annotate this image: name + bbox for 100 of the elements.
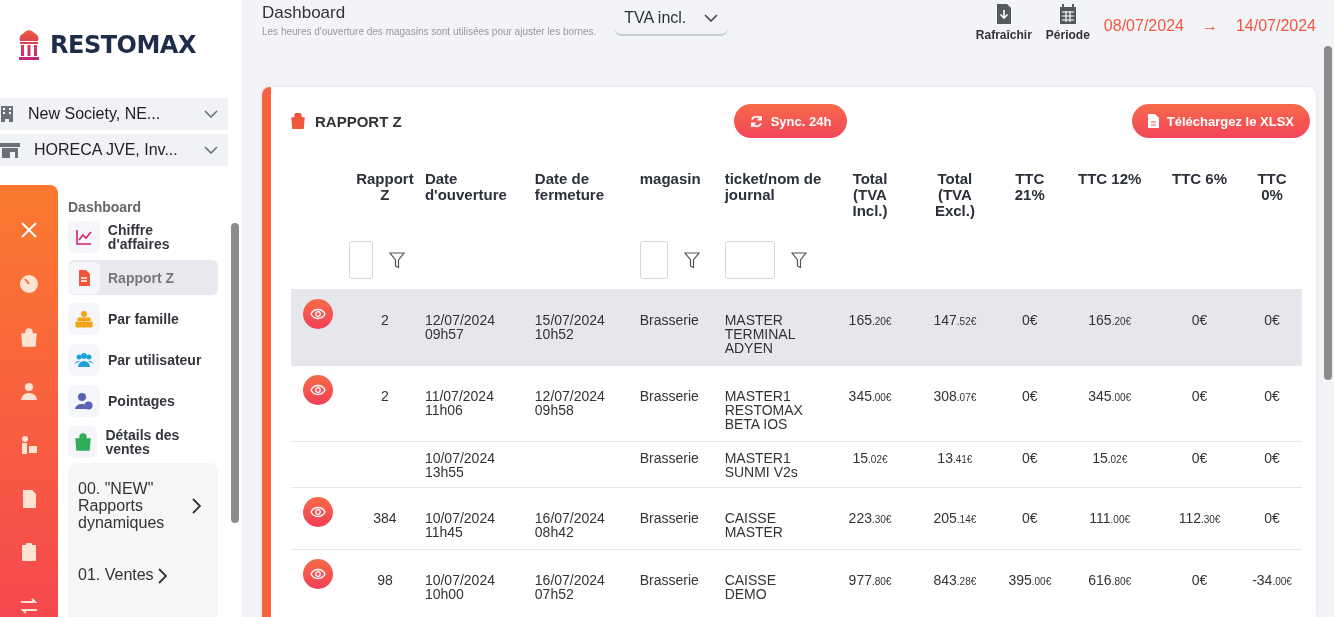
scrollbar[interactable] [231,223,239,523]
table-cell: 843.28€ [933,572,977,588]
view-button[interactable] [303,375,333,405]
table-cell: Brasserie [639,313,699,327]
table-cell-text: 12/07/2024 09h57 [424,313,496,341]
table-cell: 0€ [1022,312,1038,328]
column-header: Total (TVA Incl.) [851,171,889,219]
calendar-icon [1058,4,1077,24]
menu-item[interactable]: Par utilisateur [68,342,218,377]
arrow-text: → [1201,16,1218,35]
table-cell: 2 [381,389,389,403]
table-cell-text: 10/07/2024 13h55 [424,451,496,479]
table-cell: 0€ [1264,388,1280,404]
menu-heading: Dashboard [68,199,143,215]
clock-user-icon [68,384,100,417]
store-selector[interactable]: HORECA JVE, Inv... [0,134,228,166]
vat-dropdown[interactable]: TVA incl. [614,0,729,36]
table-cell: 0€ [1264,312,1280,328]
table-cell: Brasserie [639,389,699,403]
table-cell-text: CAISSE MASTER [724,511,784,539]
table-row[interactable]: 98 10/07/2024 10h00 16/07/2024 07h52 Brasserie CAISSE DEMO 977.80€ 843.28€ 395.00€ 616.80€ 0€ -34.00€ [291,549,1302,611]
menu-item[interactable]: Par famille [68,301,218,336]
filter-icon[interactable] [790,251,807,269]
table-cell: 0€ [1264,510,1280,526]
table-cell-text: 16/07/2024 08h42 [534,511,606,539]
download-file-icon [994,4,1013,24]
table-row[interactable]: 384 10/07/2024 11h45 16/07/2024 08h42 Brasserie CAISSE MASTER 223.30€ 205.14€ 0€ 111.00€ 112.30€ 0€ [291,487,1302,550]
filter-input[interactable] [639,241,668,279]
chevron-down-icon [204,110,218,118]
chart-icon [68,220,100,253]
table-cell-text: 11/07/2024 11h06 [424,389,495,417]
table-cell-text: CAISSE DEMO [724,573,777,601]
table-cell: 0€ [1022,388,1038,404]
column-header: TTC 21% [1013,171,1046,203]
table-cell-text: 10/07/2024 11h45 [424,511,496,539]
storefront-icon [0,142,20,158]
menu-item[interactable]: Pointages [68,383,218,418]
logo-icon [16,30,42,60]
store-selector[interactable]: New Society, NE... [0,98,228,130]
table-cell: 0€ [1191,572,1208,588]
table-cell: 147.52€ [933,312,977,328]
file-icon [1147,114,1159,128]
view-button[interactable] [303,559,333,589]
brand-name: RESTOMAX [50,31,196,59]
eye-icon [310,506,326,518]
page-title: Dashboard [262,3,347,23]
menu-group[interactable]: 00. "NEW" Rapports dynamiques [78,481,201,532]
menu-item[interactable]: Rapport Z [68,260,218,295]
building-icon [0,106,14,122]
table-cell: 111.00€ [1089,510,1131,526]
view-button[interactable] [303,497,333,527]
table-cell: 616.80€ [1088,572,1132,588]
table-cell: 15.02€ [852,450,888,466]
table-cell: 165.20€ [1088,312,1132,328]
table-cell: 395.00€ [1008,572,1052,588]
eye-icon [310,384,326,396]
menu-item[interactable]: Détails des ventes [68,424,218,459]
table-cell: Brasserie [639,511,699,525]
eye-icon [310,568,326,580]
table-cell: -34.00€ [1252,572,1292,588]
filter-input[interactable] [724,241,775,279]
table-cell: 223.30€ [848,510,892,526]
chevron-right-icon [157,567,167,584]
filter-icon[interactable] [388,251,405,269]
page-scrollbar[interactable] [1324,46,1332,380]
table-cell: 0€ [1022,450,1038,466]
chevron-down-icon [204,146,218,154]
refresh-button[interactable]: Rafraîchir [975,0,1032,42]
table-cell: 112.30€ [1178,510,1221,526]
period-button[interactable]: Période [1045,0,1090,42]
table-cell-text: MASTER1 SUNMI V2s [724,451,799,479]
table-cell: 205.14€ [933,510,977,526]
table-cell: 13.41€ [937,450,973,466]
table-cell-text: 15/07/2024 10h52 [534,313,606,341]
table-cell-text: 10/07/2024 10h00 [424,573,496,601]
view-button[interactable] [303,299,333,329]
table-row[interactable]: 2 12/07/2024 09h57 15/07/2024 10h52 Brasserie MASTER TERMINAL ADYEN 165.20€ 147.52€ 0€ 165.20€ 0€ 0€ [291,289,1302,366]
table-row[interactable]: 2 11/07/2024 11h06 12/07/2024 09h58 Brasserie MASTER1 RESTOMAX BETA IOS 345.00€ 308.07€ 0€ 345.00€ 0€ 0€ [291,365,1302,442]
column-header: TTC 12% [1078,171,1142,187]
table-cell: 0€ [1264,450,1280,466]
table-cell: 0€ [1191,312,1208,328]
chevron-right-icon [192,498,201,515]
gauge-icon[interactable] [17,272,41,295]
column-header: Date de fermeture [534,171,606,203]
column-header: TTC 6% [1172,171,1228,187]
table-cell: 384 [373,511,397,525]
table-cell: 345.00€ [848,388,892,404]
table-cell: 977.80€ [848,572,892,588]
table-cell: 2 [381,313,389,327]
table-cell-text: MASTER1 RESTOMAX BETA IOS [724,389,804,431]
table-cell: 165.20€ [848,312,892,328]
sync-icon [749,114,763,128]
table-row[interactable]: 10/07/2024 13h55 Brasserie MASTER1 SUNMI V2s 15.02€ 13.41€ 0€ 15.02€ 0€ 0€ [291,441,1302,488]
users-icon [68,343,100,376]
filter-icon[interactable] [683,251,700,269]
table-cell-text: 12/07/2024 09h58 [534,389,606,417]
menu-group[interactable]: 01. Ventes [78,567,167,585]
menu-item[interactable]: Chiffre d'affaires [68,219,218,254]
filter-input[interactable] [348,241,373,279]
table-cell: Brasserie [639,573,699,587]
